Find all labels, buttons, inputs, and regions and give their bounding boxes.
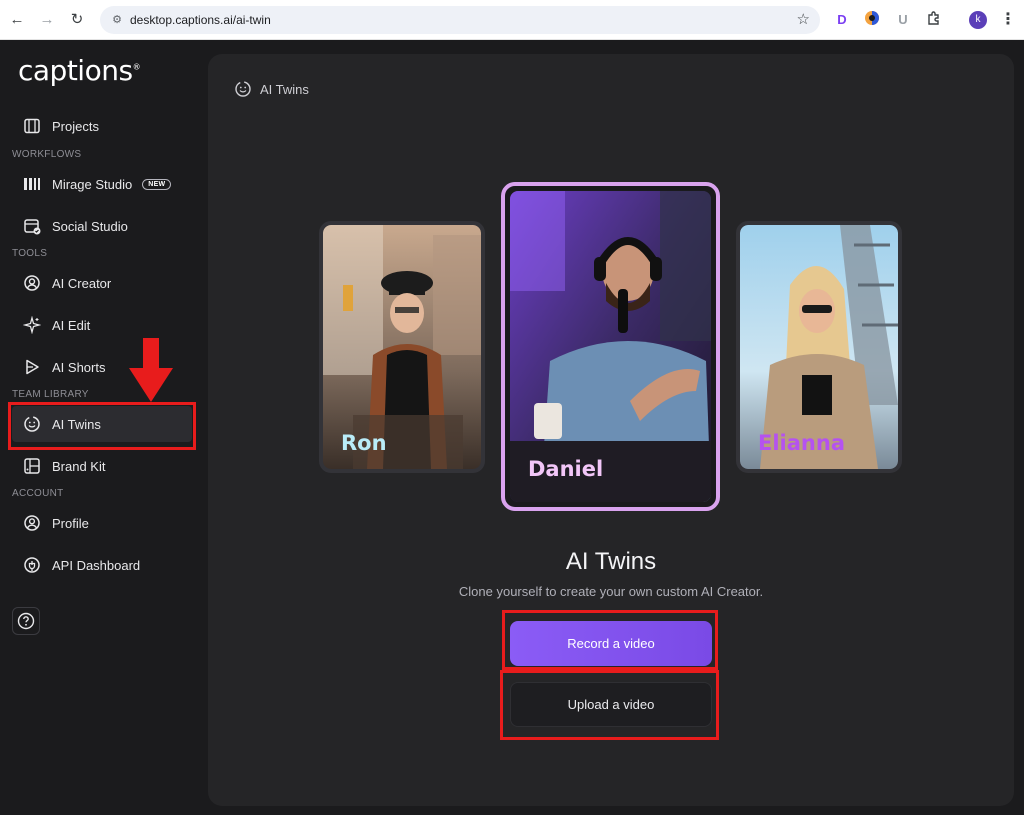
- twin-card-elianna[interactable]: Elianna: [736, 221, 902, 473]
- sparkle-icon: [22, 315, 42, 335]
- help-icon: [17, 612, 35, 630]
- extension-u-icon[interactable]: U: [893, 10, 913, 30]
- section-team-library: TEAM LIBRARY: [12, 389, 89, 400]
- sidebar-item-label: Brand Kit: [52, 458, 106, 474]
- shorts-icon: [22, 357, 42, 377]
- app-window: captions® Projects WORKFLOWS Mirage Stud…: [0, 40, 1024, 815]
- extension-orbit-icon[interactable]: [862, 10, 882, 30]
- logo-mark: ®: [132, 62, 141, 72]
- sidebar-item-label: API Dashboard: [52, 557, 141, 573]
- sidebar-item-label: Projects: [52, 118, 99, 134]
- annotation-highlight-ai-twins: [8, 402, 196, 450]
- twin-name-daniel: Daniel: [528, 457, 604, 481]
- user-icon: [22, 513, 42, 533]
- film-icon: [22, 116, 42, 136]
- extension-d-icon[interactable]: D: [832, 10, 852, 30]
- twin-card-daniel[interactable]: Daniel: [501, 182, 720, 511]
- extensions-puzzle-icon[interactable]: [924, 10, 944, 30]
- calendar-check-icon: [22, 216, 42, 236]
- bookmark-star-icon[interactable]: ☆: [797, 10, 810, 28]
- breadcrumb: AI Twins: [234, 80, 309, 98]
- section-tools: TOOLS: [12, 248, 48, 259]
- sidebar-item-projects[interactable]: Projects: [12, 108, 192, 144]
- sidebar-item-label: AI Edit: [52, 317, 91, 333]
- page-title: AI Twins: [565, 548, 657, 575]
- twin-name-ron: Ron: [341, 431, 387, 455]
- new-badge: NEW: [142, 178, 172, 190]
- sidebar-item-social-studio[interactable]: Social Studio: [12, 208, 192, 244]
- captions-logo[interactable]: captions®: [18, 54, 141, 87]
- twin-name-elianna: Elianna: [758, 431, 845, 455]
- sidebar-item-mirage-studio[interactable]: Mirage Studio NEW: [12, 166, 192, 202]
- breadcrumb-label: AI Twins: [260, 81, 309, 97]
- section-workflows: WORKFLOWS: [12, 149, 82, 160]
- reload-icon[interactable]: ↻: [66, 9, 88, 31]
- address-bar[interactable]: ⚙ desktop.captions.ai/ai-twin ☆: [100, 6, 820, 34]
- back-icon[interactable]: ←: [6, 9, 28, 31]
- section-account: ACCOUNT: [12, 488, 64, 499]
- brand-kit-icon: [22, 456, 42, 476]
- sidebar-item-label: AI Shorts: [52, 359, 106, 375]
- sidebar-item-label: Profile: [52, 515, 89, 531]
- browser-menu-icon[interactable]: ⋮: [1000, 9, 1016, 31]
- help-button[interactable]: [12, 607, 40, 635]
- annotation-highlight-record: [502, 610, 718, 670]
- daniel-image-frame: Daniel: [510, 191, 711, 502]
- sidebar-item-profile[interactable]: Profile: [12, 505, 192, 541]
- annotation-highlight-upload: [500, 670, 719, 740]
- sidebar-item-label: Mirage Studio: [52, 176, 133, 192]
- sidebar-item-label: AI Creator: [52, 275, 112, 291]
- sidebar-item-api-dashboard[interactable]: API Dashboard: [12, 547, 192, 583]
- annotation-arrow-down-icon: [129, 338, 173, 402]
- sidebar-item-ai-creator[interactable]: AI Creator: [12, 265, 192, 301]
- forward-icon[interactable]: →: [36, 9, 58, 31]
- sidebar-item-brand-kit[interactable]: Brand Kit: [12, 448, 192, 484]
- logo-text: captions: [18, 54, 133, 87]
- browser-toolbar: ← → ↻ ⚙ desktop.captions.ai/ai-twin ☆ D …: [0, 0, 1024, 40]
- page-subtitle: Clone yourself to create your own custom…: [458, 584, 764, 599]
- twin-card-ron[interactable]: Ron: [319, 221, 485, 473]
- smile-icon: [235, 81, 251, 97]
- ai-creator-icon: [22, 273, 42, 293]
- api-icon: [22, 555, 42, 575]
- url-text: desktop.captions.ai/ai-twin: [130, 13, 271, 27]
- browser-profile-avatar[interactable]: k: [969, 11, 987, 29]
- site-info-icon[interactable]: ⚙: [109, 12, 125, 28]
- mirage-icon: [22, 174, 42, 194]
- daniel-portrait-image: [510, 191, 711, 502]
- sidebar-item-label: Social Studio: [52, 218, 128, 234]
